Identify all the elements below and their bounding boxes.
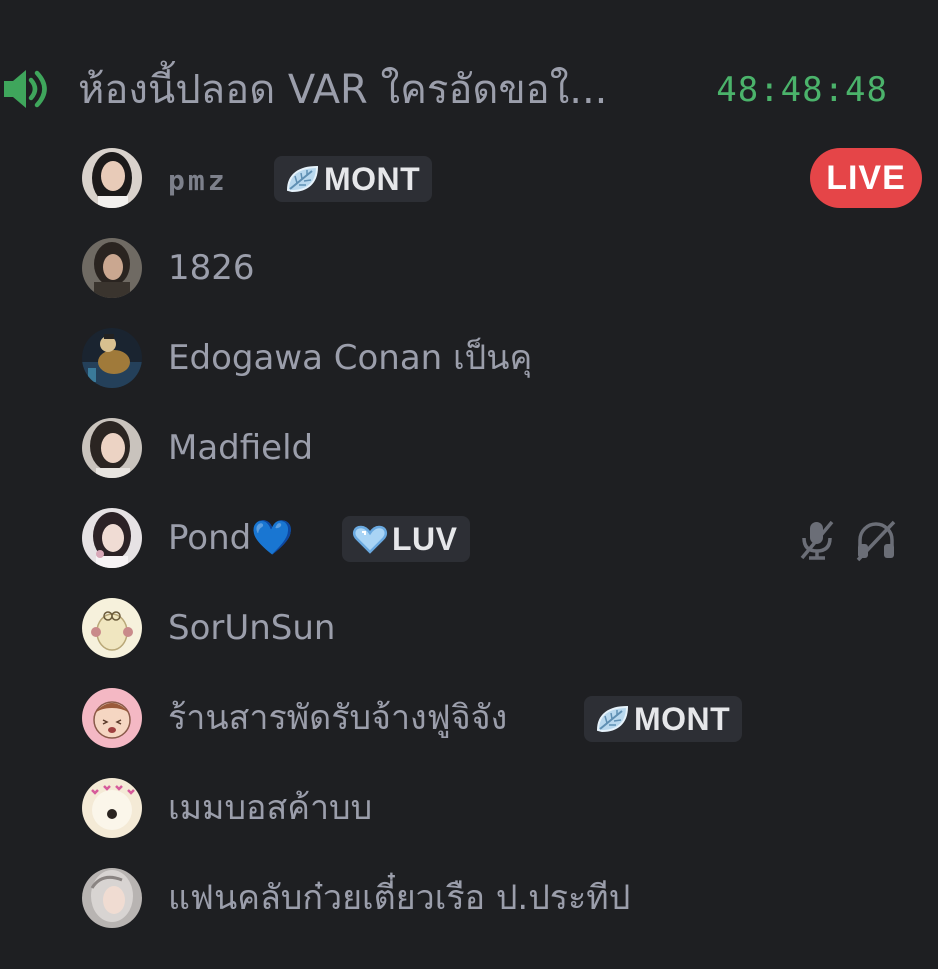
avatar[interactable]	[82, 598, 142, 658]
avatar[interactable]	[82, 148, 142, 208]
member-name: Madfield	[168, 428, 314, 468]
tag-label: LUV	[392, 520, 458, 557]
channel-name: ห้องนี้ปลอด VAR ใครอัดขอใ...	[78, 67, 608, 113]
avatar[interactable]	[82, 778, 142, 838]
speaker-icon	[4, 70, 47, 108]
voice-status-icons	[790, 518, 902, 562]
voice-member-mem[interactable]: เมมบอสค้าบบ	[82, 778, 902, 840]
avatar[interactable]	[82, 688, 142, 748]
avatar[interactable]	[82, 328, 142, 388]
live-badge: LIVE	[810, 148, 922, 208]
voice-member-pond[interactable]: Pond💙 LUV	[82, 508, 902, 570]
voice-member-1826[interactable]: 1826	[82, 238, 902, 300]
avatar[interactable]	[82, 418, 142, 478]
member-name: เมมบอสค้าบบ	[168, 788, 373, 828]
tag-label: MONT	[634, 700, 731, 737]
channel-timer: 48:48:48	[716, 70, 888, 110]
avatar[interactable]	[82, 508, 142, 568]
leaf-icon	[596, 705, 629, 733]
avatar[interactable]	[82, 238, 142, 298]
voice-channel-header[interactable]: ห้องนี้ปลอด VAR ใครอัดขอใ... 48:48:48	[0, 52, 938, 128]
voice-member-fuji[interactable]: ร้านสารพัดรับจ้างฟูจิจัง MONT	[82, 688, 902, 750]
deafened-headphones-icon	[856, 520, 896, 562]
member-name: Edogawa Conan เป็นคุ	[168, 338, 533, 378]
member-name: SorUnSun	[168, 608, 336, 648]
member-name: แฟนคลับก๋วยเตี๋ยวเรือ ป.ประทีป	[168, 878, 631, 918]
server-tag-badge[interactable]: MONT	[584, 696, 743, 742]
tag-label: MONT	[324, 160, 421, 197]
muted-mic-icon	[800, 520, 834, 560]
voice-member-edogawa-conan[interactable]: Edogawa Conan เป็นคุ	[82, 328, 902, 390]
voice-member-pmz[interactable]: pmz MONT LIVE	[82, 148, 922, 210]
member-name: pmz	[168, 164, 228, 197]
member-name: 1826	[168, 248, 255, 288]
heart-icon	[352, 525, 388, 554]
leaf-icon	[286, 165, 319, 193]
voice-member-madfield[interactable]: Madfield	[82, 418, 902, 480]
member-name: ร้านสารพัดรับจ้างฟูจิจัง	[168, 698, 508, 738]
server-tag-badge[interactable]: MONT	[274, 156, 433, 202]
voice-member-sorunsun[interactable]: SorUnSun	[82, 598, 902, 660]
member-name: Pond💙	[168, 518, 294, 558]
avatar[interactable]	[82, 868, 142, 928]
voice-member-fanclub[interactable]: แฟนคลับก๋วยเตี๋ยวเรือ ป.ประทีป	[82, 868, 902, 930]
server-tag-badge[interactable]: LUV	[342, 516, 470, 562]
